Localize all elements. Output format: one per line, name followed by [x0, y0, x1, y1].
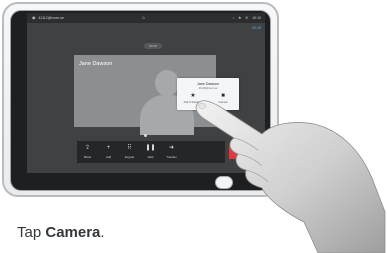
popup-name: Jane Dawson — [197, 82, 219, 86]
page-indicator — [144, 134, 147, 137]
phone-icon[interactable]: ✆ — [245, 13, 248, 23]
pause-icon: ❚❚ — [145, 145, 156, 151]
home-button[interactable] — [215, 176, 233, 189]
share-icon: ⇪ — [84, 145, 91, 151]
add-to-favorites-button[interactable]: ★ Add To Favorites — [180, 93, 206, 104]
transfer-icon: ➜ — [168, 145, 175, 151]
caption-prefix: Tap — [17, 224, 46, 241]
headset-icon[interactable]: ♪ — [233, 13, 235, 23]
touch-screen: ◉ 41112@room.se ⌂ ♪ ✻ ✆ 10:10 00:15 00:1… — [27, 13, 265, 173]
participant-name: Jane Dawson — [79, 61, 113, 67]
contact-icon: ◉ — [32, 15, 36, 20]
instruction-caption: Tap Camera. — [17, 224, 105, 241]
caption-suffix: . — [100, 224, 105, 241]
camera-icon: ■ — [221, 93, 225, 99]
call-timer-link[interactable]: 00:15 — [252, 26, 261, 30]
hold-button[interactable]: ❚❚ Hold — [140, 141, 161, 163]
video-frame[interactable]: Jane Dawson Jane Dawson 41116@room.se ★ … — [74, 55, 239, 135]
status-address: 41112@room.se — [38, 16, 64, 20]
call-toolbar: ⇪ Share + Add ⠿ Keypad ❚❚ Hold ➜ Transfe… — [77, 141, 250, 163]
end-call-button[interactable]: End — [229, 146, 250, 159]
transfer-button[interactable]: ➜ Transfer — [161, 141, 182, 163]
add-button[interactable]: + Add — [98, 141, 119, 163]
participant-popup: Jane Dawson 41116@room.se ★ Add To Favor… — [177, 78, 239, 110]
camera-label: Camera — [218, 101, 228, 104]
popup-number: 41116@room.se — [198, 87, 218, 90]
add-icon: + — [106, 145, 111, 151]
status-bar: ◉ 41112@room.se ⌂ ♪ ✻ ✆ 10:10 — [27, 13, 265, 23]
settings-icon[interactable]: ✻ — [238, 13, 241, 23]
keypad-icon: ⠿ — [127, 145, 132, 151]
status-time: 10:10 — [252, 16, 261, 20]
home-icon[interactable]: ⌂ — [142, 13, 145, 23]
add-to-favorites-label: Add To Favorites — [183, 101, 203, 104]
caption-bold: Camera — [45, 224, 101, 241]
keypad-button[interactable]: ⠿ Keypad — [119, 141, 140, 163]
share-button[interactable]: ⇪ Share — [77, 141, 98, 163]
star-icon: ★ — [190, 93, 196, 99]
camera-button[interactable]: ■ Camera — [210, 93, 236, 104]
avatar — [155, 70, 179, 96]
call-duration: 00:15 — [144, 43, 162, 49]
